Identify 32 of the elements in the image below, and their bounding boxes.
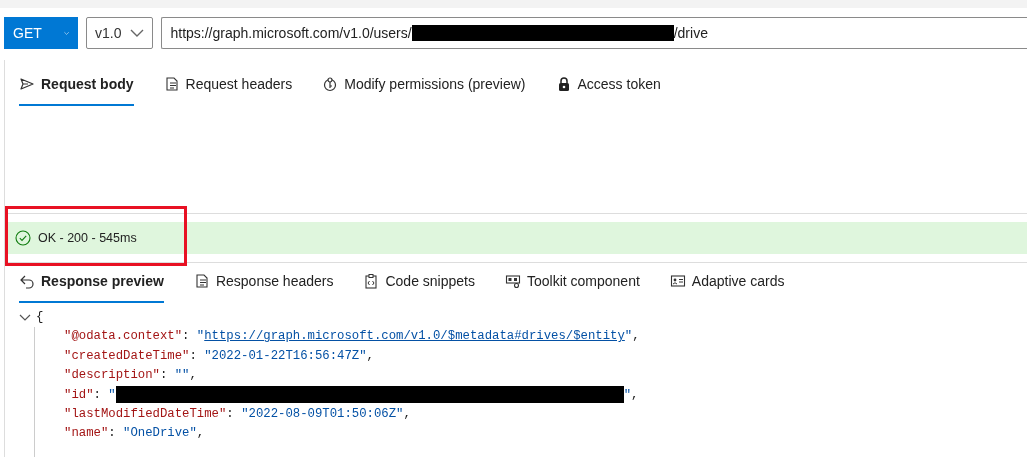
tab[interactable]: Modify permissions (preview) [322, 66, 526, 106]
document-icon [163, 76, 180, 92]
tab[interactable]: Adaptive cards [669, 263, 785, 303]
permission-icon [322, 76, 339, 92]
chevron-down-icon [130, 28, 145, 38]
json-line: "name": "OneDrive", [64, 425, 205, 443]
tab[interactable]: Response headers [193, 263, 334, 303]
url-field[interactable]: https://graph.microsoft.com/v1.0/users/ /drive [161, 17, 1027, 49]
method-dropdown[interactable]: GET [4, 17, 78, 49]
tab[interactable]: Toolkit component [505, 263, 640, 303]
clipboard-code-icon [363, 273, 380, 289]
check-circle-icon [15, 230, 31, 246]
toolkit-icon [505, 273, 521, 289]
json-line: "lastModifiedDateTime": "2022-08-09T01:50:06Z", [64, 406, 411, 424]
undo-arrow-icon [19, 273, 35, 289]
json-line: "@odata.context": "https://graph.microsoft.com/v1.0/$metadata#drives/$entity", [64, 328, 640, 346]
status-text: OK - 200 - 545ms [38, 231, 137, 245]
tab[interactable]: Request headers [163, 66, 293, 106]
card-icon [669, 273, 686, 289]
tab[interactable]: Request body [19, 66, 134, 106]
send-icon [19, 76, 35, 92]
json-link[interactable]: https://graph.microsoft.com/v1.0/$metadata#drives/$entity [204, 329, 625, 344]
tab[interactable]: Response preview [19, 263, 164, 303]
version-dropdown[interactable]: v1.0 [86, 17, 154, 49]
json-line: "createdDateTime": "2022-01-22T16:56:47Z", [64, 347, 374, 365]
document-icon [193, 273, 210, 289]
json-brace: { [36, 309, 44, 326]
tab[interactable]: Code snippets [363, 263, 475, 303]
tab[interactable]: Access token [555, 66, 661, 106]
json-line: "id": " ", [64, 385, 639, 405]
chevron-down-icon[interactable] [19, 313, 31, 322]
json-line: "description": "", [64, 367, 197, 385]
